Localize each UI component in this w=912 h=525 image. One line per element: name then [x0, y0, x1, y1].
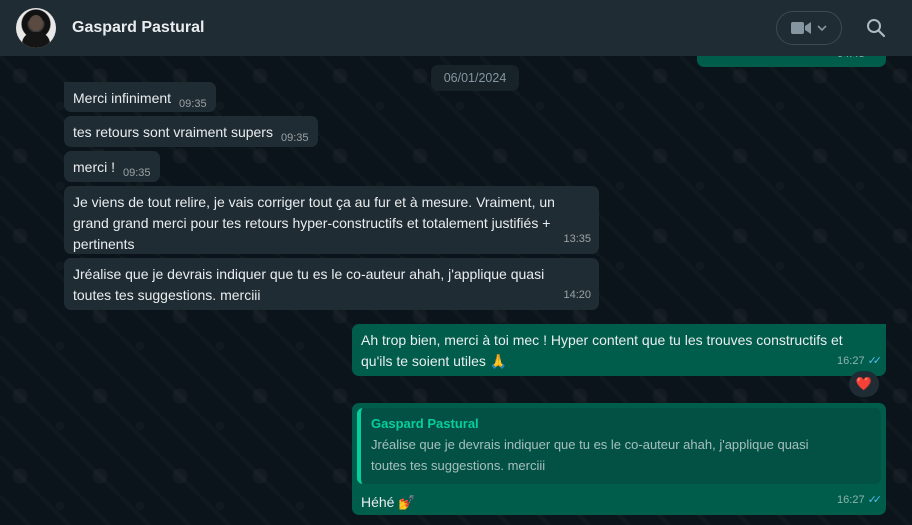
date-separator: 06/01/2024	[431, 65, 519, 91]
chevron-down-icon	[817, 25, 827, 31]
message-time: 09:35	[123, 167, 151, 179]
message-time: 16:27	[837, 355, 865, 367]
quote-text: Jréalise que je devrais indiquer que tu …	[371, 437, 809, 473]
outgoing-reply-message[interactable]: Gaspard Pastural Jréalise que je devrais…	[352, 403, 886, 515]
message-meta: 16:27 ✓✓	[837, 490, 883, 511]
header-actions	[776, 11, 896, 45]
message-time: 13:35	[563, 233, 591, 245]
message-text: tes retours sont vraiment supers	[73, 124, 273, 140]
search-icon	[867, 19, 886, 38]
message-text: merci !	[73, 159, 115, 175]
outgoing-message[interactable]: Ah trop bien, merci à toi mec ! Hyper co…	[352, 324, 886, 376]
message-time: 09:35	[179, 98, 207, 110]
message-time: 14:20	[563, 289, 591, 301]
quote-author: Gaspard Pastural	[371, 416, 479, 431]
message-text: Héhé 💅	[361, 494, 416, 510]
read-receipt-icon: ✓✓	[867, 355, 883, 367]
read-receipt-icon: ✓✓	[867, 494, 883, 506]
message-time: 09:35	[280, 132, 309, 144]
message-meta: 16:27 ✓✓	[837, 351, 883, 372]
video-camera-icon	[791, 22, 811, 34]
incoming-message[interactable]: Je viens de tout relire, je vais corrige…	[64, 186, 599, 254]
incoming-message[interactable]: Merci infiniment 09:35	[64, 82, 216, 112]
contact-name[interactable]: Gaspard Pastural	[72, 19, 205, 37]
video-call-button[interactable]	[776, 11, 842, 45]
message-text: Ah trop bien, merci à toi mec ! Hyper co…	[361, 332, 843, 369]
incoming-message[interactable]: tes retours sont vraiment supers 09:35	[64, 116, 318, 147]
incoming-message[interactable]: Jréalise que je devrais indiquer que tu …	[64, 258, 599, 310]
heart-icon: ❤️	[855, 376, 873, 391]
incoming-message[interactable]: merci ! 09:35	[64, 151, 160, 182]
chat-header: Gaspard Pastural	[0, 0, 912, 56]
message-text: Merci infiniment	[73, 90, 172, 106]
heart-reaction[interactable]: ❤️	[849, 371, 879, 397]
search-button[interactable]	[864, 16, 888, 40]
message-time: 16:27	[837, 494, 865, 506]
quoted-message[interactable]: Gaspard Pastural Jréalise que je devrais…	[357, 408, 881, 484]
message-text: Je viens de tout relire, je vais corrige…	[73, 194, 555, 252]
message-text: Jréalise que je devrais indiquer que tu …	[73, 266, 545, 303]
contact-avatar[interactable]	[16, 8, 56, 48]
